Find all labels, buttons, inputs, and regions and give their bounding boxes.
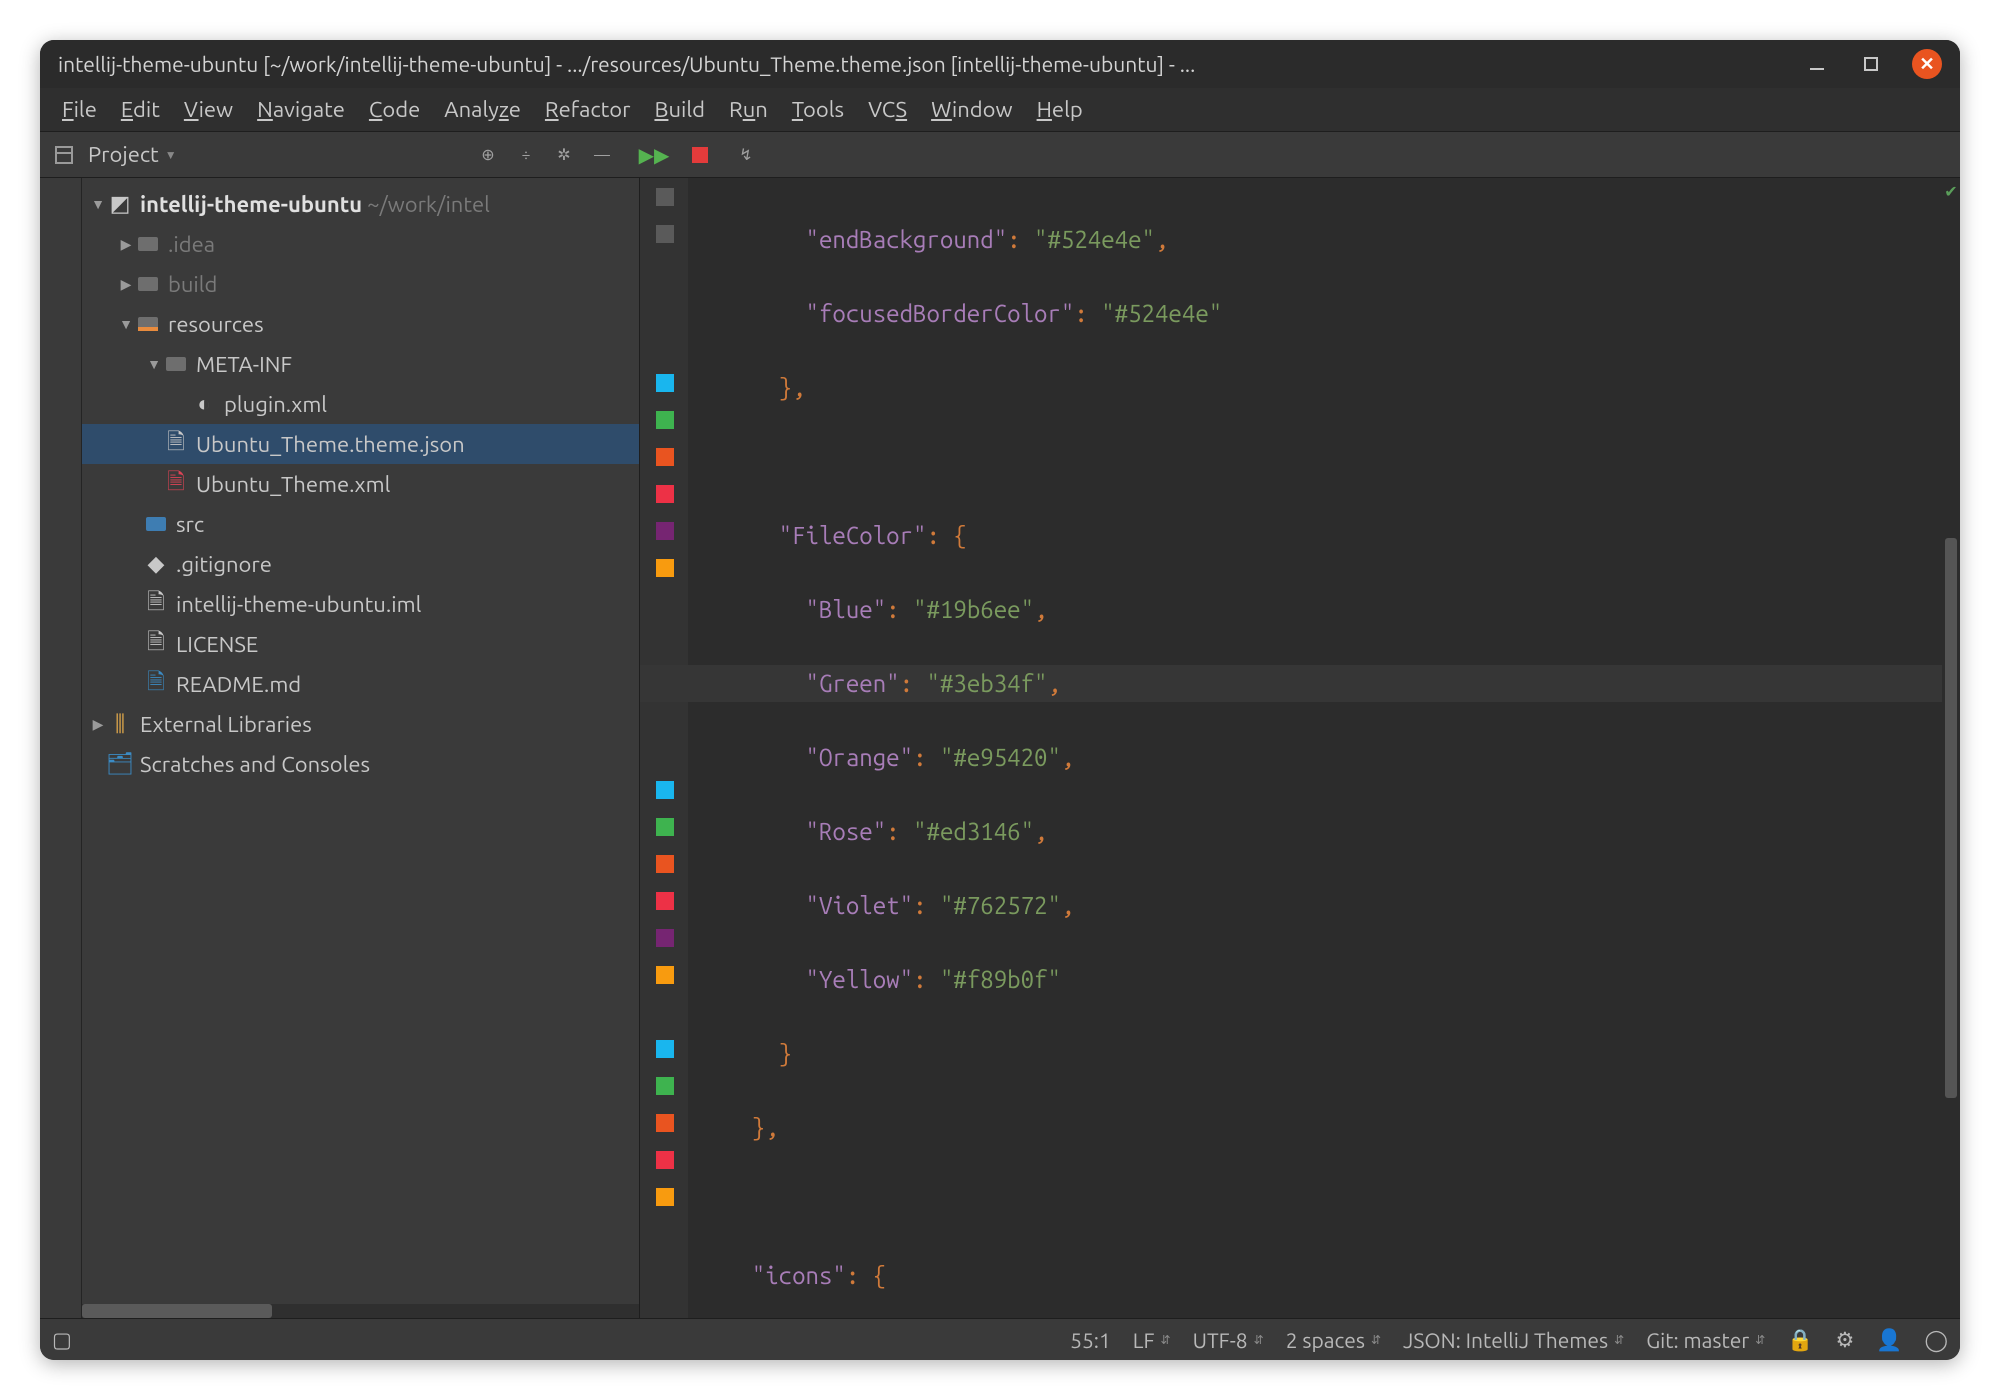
statusbar: ▢ 55:1 LF ⇵ UTF-8 ⇵ 2 spaces ⇵ JSON: Int… [40,1318,1960,1360]
indent[interactable]: 2 spaces ⇵ [1286,1328,1381,1352]
gutter-color-chip[interactable] [656,559,674,577]
gutter-color-chip[interactable] [656,225,674,243]
encoding[interactable]: UTF-8 ⇵ [1193,1328,1264,1352]
close-button[interactable]: ✕ [1912,49,1942,79]
tree-gitignore[interactable]: ◆.gitignore [82,544,639,584]
menu-navigate[interactable]: Navigate [247,93,355,126]
code-area[interactable]: "endBackground": "#524e4e", "focusedBord… [688,178,1942,1318]
tree-hscrollbar[interactable] [82,1304,639,1318]
lock-icon[interactable]: 🔒 [1787,1327,1813,1353]
gutter-color-chip[interactable] [656,781,674,799]
process-icon[interactable]: ⚙ [1836,1327,1855,1352]
gutter-color-chip[interactable] [656,892,674,910]
inspection-ok-icon[interactable]: ✔ [1942,182,1960,201]
project-panel: ▼◩intellij-theme-ubuntu ~/work/intel ▶.i… [82,178,640,1318]
run-icon[interactable]: ▶▶ [640,141,668,169]
tree-metainf[interactable]: ▼META-INF [82,344,639,384]
menu-analyze[interactable]: Analyze [434,93,531,126]
tree-src[interactable]: src [82,504,639,544]
tree-readme[interactable]: 🗎README.md [82,664,639,704]
menu-file[interactable]: File [52,93,107,126]
minimize-button[interactable] [1804,51,1830,77]
editor[interactable]: "endBackground": "#524e4e", "focusedBord… [640,178,1960,1318]
statusbar-toolwindow-icon[interactable]: ▢ [52,1327,72,1352]
edit-config-icon[interactable]: ↯ [732,141,760,169]
tree-root[interactable]: ▼◩intellij-theme-ubuntu ~/work/intel [82,184,639,224]
project-panel-label[interactable]: Project ▼ [88,142,177,167]
left-tool-gutter[interactable] [40,178,82,1318]
menu-refactor[interactable]: Refactor [535,93,641,126]
menu-build[interactable]: Build [644,93,715,126]
gutter-color-chip[interactable] [656,374,674,392]
gutter-color-chip[interactable] [656,1040,674,1058]
line-ending[interactable]: LF ⇵ [1133,1328,1171,1352]
caret-position[interactable]: 55:1 [1070,1328,1111,1352]
menu-view[interactable]: View [174,93,243,126]
menu-code[interactable]: Code [359,93,430,126]
tree-plugin-xml[interactable]: ◐plugin.xml [82,384,639,424]
menu-help[interactable]: Help [1027,93,1093,126]
ide-errors-icon[interactable]: ◯ [1924,1327,1948,1352]
ide-window: intellij-theme-ubuntu [~/work/intellij-t… [40,40,1960,1360]
stop-icon[interactable] [686,141,714,169]
gutter-color-chip[interactable] [656,818,674,836]
gutter-color-chip[interactable] [656,1188,674,1206]
menu-window[interactable]: Window [921,93,1023,126]
toolbar: Project ▼ ⊕ ÷ ✲ — ▶▶ ↯ [40,132,1960,178]
gutter-color-chip[interactable] [656,448,674,466]
tree-iml[interactable]: 🗎intellij-theme-ubuntu.iml [82,584,639,624]
memory-icon[interactable]: 👤 [1876,1327,1902,1353]
tree-build[interactable]: ▶build [82,264,639,304]
window-title: intellij-theme-ubuntu [~/work/intellij-t… [58,52,1784,76]
editor-vscrollbar[interactable]: ✔ [1942,178,1960,1318]
project-view-icon[interactable] [50,141,78,169]
gutter-color-chip[interactable] [656,929,674,947]
gutter-color-chip[interactable] [656,1077,674,1095]
gutter-color-chip[interactable] [656,188,674,206]
hide-icon[interactable]: — [588,141,616,169]
tree-license[interactable]: 🗎LICENSE [82,624,639,664]
settings-icon[interactable]: ✲ [550,141,578,169]
gutter-color-chip[interactable] [656,1114,674,1132]
editor-gutter[interactable] [640,178,688,1318]
tree-theme-xml[interactable]: 🗎Ubuntu_Theme.xml [82,464,639,504]
collapse-icon[interactable]: ÷ [512,141,540,169]
menu-tools[interactable]: Tools [782,93,854,126]
tree-resources[interactable]: ▼resources [82,304,639,344]
gutter-color-chip[interactable] [656,522,674,540]
maximize-button[interactable] [1858,51,1884,77]
locate-icon[interactable]: ⊕ [474,141,502,169]
menu-run[interactable]: Run [719,93,778,126]
tree-theme-json[interactable]: 🗎Ubuntu_Theme.theme.json [82,424,639,464]
tree-scratches[interactable]: 🗂Scratches and Consoles [82,744,639,784]
file-type[interactable]: JSON: IntelliJ Themes ⇵ [1403,1328,1624,1352]
menu-vcs[interactable]: VCS [858,93,917,126]
gutter-color-chip[interactable] [656,1151,674,1169]
gutter-color-chip[interactable] [656,411,674,429]
git-branch[interactable]: Git: master ⇵ [1646,1328,1765,1352]
menubar: File Edit View Navigate Code Analyze Ref… [40,88,1960,132]
tree-external-libs[interactable]: ▶⫼External Libraries [82,704,639,744]
tree-idea[interactable]: ▶.idea [82,224,639,264]
project-tree[interactable]: ▼◩intellij-theme-ubuntu ~/work/intel ▶.i… [82,178,639,1304]
menu-edit[interactable]: Edit [111,93,170,126]
gutter-color-chip[interactable] [656,855,674,873]
gutter-color-chip[interactable] [656,485,674,503]
titlebar: intellij-theme-ubuntu [~/work/intellij-t… [40,40,1960,88]
gutter-color-chip[interactable] [656,966,674,984]
